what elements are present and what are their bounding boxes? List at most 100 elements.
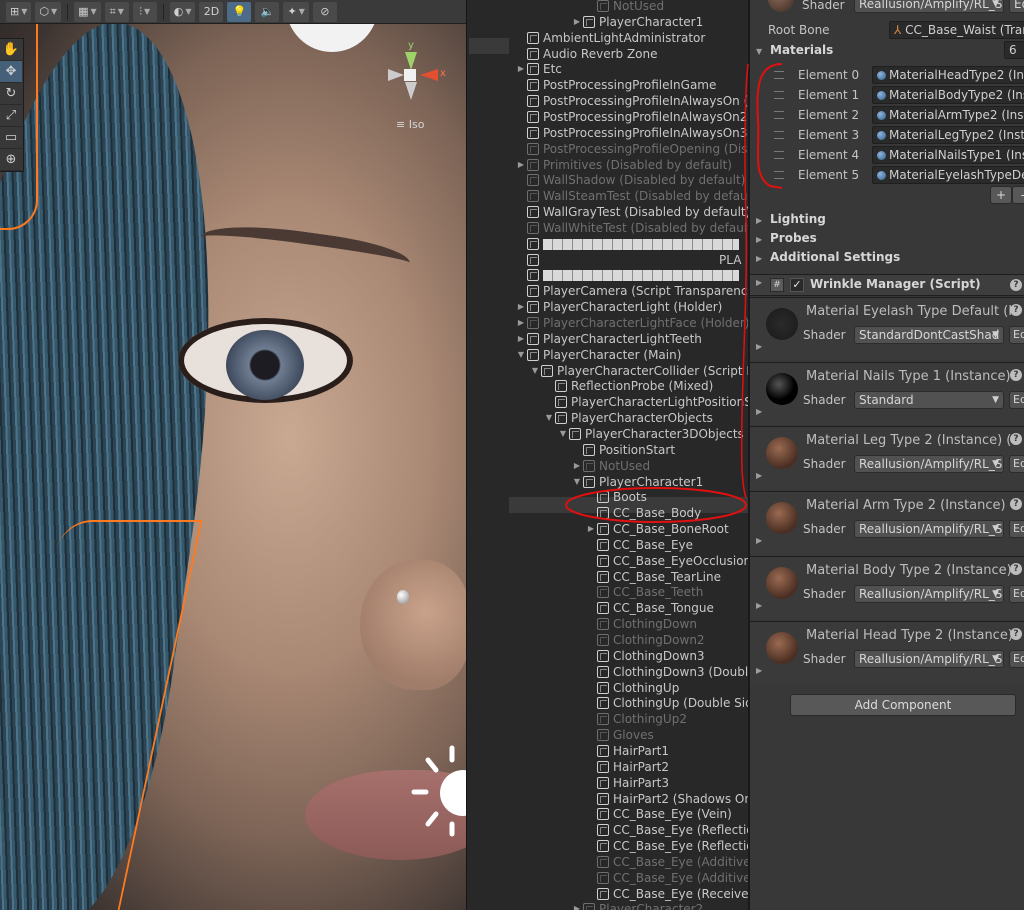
hierarchy-item[interactable]: PlayerCharacterLightPositionS xyxy=(543,394,748,410)
hierarchy-item[interactable]: ▼ PlayerCharacter (Main) xyxy=(515,347,682,363)
scene-view[interactable] xyxy=(0,0,466,910)
gizmo-down-axis[interactable] xyxy=(405,82,417,100)
collapse-arrow-icon[interactable]: ▶ xyxy=(571,14,583,30)
material-preview[interactable] xyxy=(766,308,798,340)
hierarchy-item[interactable]: ClothingUp (Double Sid xyxy=(585,695,748,711)
component-enabled-checkbox[interactable]: ✓ xyxy=(790,278,804,292)
hierarchy-item[interactable]: ▼ PlayerCharacter3DObjects xyxy=(557,426,744,442)
iso-toggle[interactable]: ≡ Iso xyxy=(396,118,424,131)
collapse-arrow-icon[interactable]: ▶ xyxy=(515,157,527,173)
hierarchy-item[interactable]: PostProcessingProfileInGame xyxy=(515,77,716,93)
material-element-field[interactable]: MaterialHeadType2 (Inst xyxy=(872,66,1024,84)
material-fold-icon[interactable]: ▶ xyxy=(756,471,762,480)
material-fold-icon[interactable]: ▶ xyxy=(756,407,762,416)
hierarchy-item[interactable] xyxy=(515,267,739,283)
material-fold-icon[interactable]: ▶ xyxy=(756,536,762,545)
hierarchy-item[interactable]: ClothingDown3 xyxy=(585,648,705,664)
wrinkle-manager-header[interactable]: ▶ # ✓ Wrinkle Manager (Script) ? xyxy=(750,274,1024,296)
collapse-arrow-icon[interactable]: ▶ xyxy=(515,61,527,77)
collapse-arrow-icon[interactable]: ▶ xyxy=(515,299,527,315)
help-icon[interactable]: ? xyxy=(1010,368,1022,381)
hierarchy-item[interactable]: ▼ PlayerCharacterObjects xyxy=(543,410,713,426)
hierarchy-item[interactable]: PLA xyxy=(515,252,741,268)
edit-shader-button[interactable]: Ed xyxy=(1009,326,1024,344)
edit-shader-button[interactable]: Ed xyxy=(1009,455,1024,474)
top-edit-button[interactable]: Ed xyxy=(1009,0,1024,13)
help-icon[interactable]: ? xyxy=(1010,562,1022,575)
hierarchy-item[interactable]: PostProcessingProfileInAlwaysOn3 xyxy=(515,125,747,141)
hierarchy-item[interactable]: CC_Base_Eye (Additive xyxy=(585,870,748,886)
grid-icon[interactable]: ▦ ▼ xyxy=(74,1,101,22)
edit-shader-button[interactable]: Ed xyxy=(1009,520,1024,539)
material-preview[interactable] xyxy=(766,502,798,535)
collapse-arrow-icon[interactable]: ▶ xyxy=(515,315,527,331)
component-fold-icon[interactable]: ▶ xyxy=(756,278,762,287)
materials-count-field[interactable]: 6 xyxy=(1004,41,1024,59)
hierarchy-item[interactable]: PostProcessingProfileInAlwaysOn (V xyxy=(515,93,748,109)
shader-dropdown[interactable]: Reallusion/Amplify/RL_S ▼ xyxy=(854,520,1004,539)
hierarchy-item[interactable]: ▶ PlayerCharacterLightFace (Holder) ( xyxy=(515,315,748,331)
hierarchy-item[interactable]: CC_Base_EyeOcclusion xyxy=(585,553,748,569)
hierarchy-item[interactable]: CC_Base_Eye (Additive xyxy=(585,854,748,870)
hierarchy-item[interactable]: ▶ Etc xyxy=(515,61,562,77)
material-element-field[interactable]: MaterialLegType2 (Insta xyxy=(872,126,1024,144)
reorder-handle-icon[interactable] xyxy=(774,111,784,119)
shader-dropdown[interactable]: Reallusion/Amplify/RL_S ▼ xyxy=(854,649,1004,668)
hierarchy-item[interactable]: Boots xyxy=(585,489,647,505)
material-fold-icon[interactable]: ▶ xyxy=(756,601,762,610)
shader-dropdown[interactable]: Reallusion/Amplify/RL_S ▼ xyxy=(854,455,1004,474)
hierarchy-item[interactable]: CC_Base_Eye (Reflectio xyxy=(585,822,748,838)
shader-dropdown[interactable]: Standard ▼ xyxy=(854,390,1004,409)
rect-tool-icon[interactable]: ▭ xyxy=(0,127,22,149)
material-element-field[interactable]: MaterialArmType2 (Insta xyxy=(872,106,1024,124)
transform-tool-icon[interactable]: ⊕ xyxy=(0,149,22,171)
shader-dropdown[interactable]: Reallusion/Amplify/RL_S ▼ xyxy=(854,584,1004,603)
expand-arrow-icon[interactable]: ▼ xyxy=(529,363,541,379)
help-icon[interactable]: ? xyxy=(1010,433,1022,446)
gizmo-left-axis[interactable] xyxy=(388,69,404,81)
remove-element-button[interactable]: - xyxy=(1012,186,1024,204)
hierarchy-item[interactable]: HairPart1 xyxy=(585,743,669,759)
hierarchy-item[interactable]: HairPart3 xyxy=(585,775,669,791)
hierarchy-item[interactable]: ▶ PlayerCharacter2 xyxy=(571,901,703,910)
hierarchy-item[interactable]: ClothingDown2 xyxy=(585,632,705,648)
hierarchy-item[interactable]: ▶ NotUsed xyxy=(571,458,650,474)
lighting-toggle-icon[interactable]: 💡 xyxy=(227,1,252,22)
hierarchy-item[interactable]: PostProcessingProfileOpening (Disa xyxy=(515,141,748,157)
lighting-foldout[interactable]: ▶ Lighting xyxy=(756,210,826,228)
hierarchy-item[interactable]: ClothingDown3 (Double xyxy=(585,664,748,680)
hierarchy-item[interactable]: ▼ PlayerCharacter1 xyxy=(571,474,703,490)
move-tool-icon[interactable]: ✥ xyxy=(0,61,22,83)
material-element-field[interactable]: MaterialEyelashTypeDef xyxy=(872,166,1024,184)
reorder-handle-icon[interactable] xyxy=(774,151,784,159)
increment-snap-icon[interactable]: ⫶ ▼ xyxy=(132,1,157,22)
hierarchy-item[interactable]: NotUsed xyxy=(585,0,664,14)
add-element-button[interactable]: + xyxy=(990,186,1012,204)
hierarchy-item[interactable]: WallShadow (Disabled by default) xyxy=(515,172,745,188)
gizmo-x-axis[interactable] xyxy=(420,69,438,81)
2d-toggle-button[interactable]: 2D xyxy=(199,1,224,22)
hierarchy-item[interactable]: ClothingUp2 xyxy=(585,711,687,727)
hierarchy-item[interactable]: WallWhiteTest (Disabled by default xyxy=(515,220,748,236)
snap-icon[interactable]: ⌗ ▼ xyxy=(104,1,129,22)
hierarchy-item[interactable]: WallGrayTest (Disabled by default) xyxy=(515,204,748,220)
material-preview[interactable] xyxy=(766,566,798,599)
root-bone-field[interactable]: ⅄ CC_Base_Waist (Tran xyxy=(889,21,1024,39)
hierarchy-item[interactable]: ClothingUp xyxy=(585,680,679,696)
top-shader-dropdown[interactable]: Reallusion/Amplify/RL_S ▼ xyxy=(854,0,1004,13)
add-component-button[interactable]: Add Component xyxy=(790,694,1016,716)
rotate-tool-icon[interactable]: ↻ xyxy=(0,83,22,105)
edit-shader-button[interactable]: Ed xyxy=(1009,390,1024,409)
material-element-field[interactable]: MaterialBodyType2 (Inst xyxy=(872,86,1024,104)
hierarchy-item[interactable]: PositionStart xyxy=(571,442,675,458)
probes-foldout[interactable]: ▶ Probes xyxy=(756,229,817,247)
help-icon[interactable]: ? xyxy=(1010,498,1022,511)
collapse-arrow-icon[interactable]: ▶ xyxy=(571,458,583,474)
reorder-handle-icon[interactable] xyxy=(774,171,784,179)
hierarchy-item[interactable]: ▶ Primitives (Disabled by default) xyxy=(515,157,732,173)
reorder-handle-icon[interactable] xyxy=(774,71,784,79)
gizmo-y-axis[interactable] xyxy=(405,52,417,70)
hierarchy-item[interactable]: CC_Base_Body xyxy=(585,505,701,521)
hierarchy-item[interactable]: ▶ PlayerCharacter1 xyxy=(571,14,703,30)
visibility-icon[interactable]: ⊘ xyxy=(312,1,337,22)
